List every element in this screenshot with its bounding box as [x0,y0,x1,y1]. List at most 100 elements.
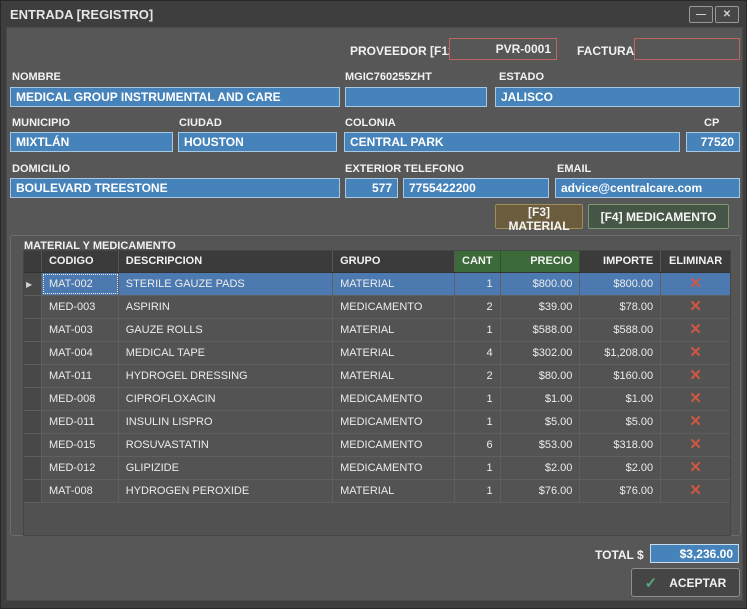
row-header-cell[interactable]: ▶ [24,296,42,318]
rfc-input[interactable] [345,87,487,107]
cell-precio[interactable]: $588.00 [501,319,581,341]
row-header-cell[interactable]: ▶ [24,434,42,456]
cell-cant[interactable]: 1 [455,457,501,479]
cp-input[interactable] [686,132,740,152]
cell-importe[interactable]: $5.00 [580,411,661,433]
cell-grupo[interactable]: MATERIAL [333,342,455,364]
f3-material-button[interactable]: [F3] MATERIAL [495,204,583,229]
cell-precio[interactable]: $2.00 [501,457,581,479]
cell-precio[interactable]: $76.00 [501,480,581,502]
row-header-cell[interactable]: ▶ [24,273,42,295]
municipio-input[interactable] [10,132,173,152]
aceptar-button[interactable]: ✓ ACEPTAR [631,568,740,597]
title-bar[interactable]: ENTRADA [REGISTRO] — ✕ [1,1,746,27]
cell-precio[interactable]: $1.00 [501,388,581,410]
table-row[interactable]: ▶ MAT-003 GAUZE ROLLS MATERIAL 1 $588.00… [24,319,730,342]
close-button[interactable]: ✕ [715,6,739,23]
header-descripcion[interactable]: DESCRIPCION [119,251,333,272]
cell-descripcion[interactable]: ROSUVASTATIN [119,434,333,456]
delete-icon[interactable]: ✕ [689,367,702,384]
cell-codigo[interactable]: MED-003 [42,296,119,318]
cell-descripcion[interactable]: STERILE GAUZE PADS [119,273,333,295]
cell-importe[interactable]: $318.00 [580,434,661,456]
cell-eliminar[interactable]: ✕ [661,411,730,433]
cell-grupo[interactable]: MEDICAMENTO [333,434,455,456]
cell-eliminar[interactable]: ✕ [661,457,730,479]
table-row[interactable]: ▶ MAT-011 HYDROGEL DRESSING MATERIAL 2 $… [24,365,730,388]
cell-cant[interactable]: 1 [455,480,501,502]
header-precio[interactable]: PRECIO [501,251,581,272]
table-row[interactable]: ▶ MAT-008 HYDROGEN PEROXIDE MATERIAL 1 $… [24,480,730,503]
table-row[interactable]: ▶ MAT-004 MEDICAL TAPE MATERIAL 4 $302.0… [24,342,730,365]
total-input[interactable] [650,544,739,563]
cell-importe[interactable]: $2.00 [580,457,661,479]
proveedor-input[interactable] [449,38,557,60]
row-header-cell[interactable]: ▶ [24,365,42,387]
cell-precio[interactable]: $53.00 [501,434,581,456]
table-row[interactable]: ▶ MAT-002 STERILE GAUZE PADS MATERIAL 1 … [24,273,730,296]
table-row[interactable]: ▶ MED-011 INSULIN LISPRO MEDICAMENTO 1 $… [24,411,730,434]
cell-cant[interactable]: 2 [455,365,501,387]
cell-precio[interactable]: $39.00 [501,296,581,318]
cell-grupo[interactable]: MATERIAL [333,273,455,295]
cell-eliminar[interactable]: ✕ [661,365,730,387]
cell-eliminar[interactable]: ✕ [661,480,730,502]
email-input[interactable] [555,178,740,198]
cell-codigo[interactable]: MAT-003 [42,319,119,341]
delete-icon[interactable]: ✕ [689,344,702,361]
cell-codigo[interactable]: MED-008 [42,388,119,410]
cell-descripcion[interactable]: GAUZE ROLLS [119,319,333,341]
telefono-input[interactable] [403,178,549,198]
cell-codigo[interactable]: MED-012 [42,457,119,479]
row-header-cell[interactable]: ▶ [24,411,42,433]
delete-icon[interactable]: ✕ [689,436,702,453]
table-row[interactable]: ▶ MED-008 CIPROFLOXACIN MEDICAMENTO 1 $1… [24,388,730,411]
cell-precio[interactable]: $80.00 [501,365,581,387]
delete-icon[interactable]: ✕ [689,321,702,338]
colonia-input[interactable] [344,132,680,152]
cell-descripcion[interactable]: INSULIN LISPRO [119,411,333,433]
cell-importe[interactable]: $160.00 [580,365,661,387]
exterior-input[interactable] [345,178,398,198]
cell-descripcion[interactable]: HYDROGEL DRESSING [119,365,333,387]
cell-descripcion[interactable]: GLIPIZIDE [119,457,333,479]
cell-cant[interactable]: 1 [455,411,501,433]
cell-grupo[interactable]: MEDICAMENTO [333,457,455,479]
row-header-cell[interactable]: ▶ [24,319,42,341]
minimize-button[interactable]: — [689,6,713,23]
cell-codigo[interactable]: MAT-008 [42,480,119,502]
cell-eliminar[interactable]: ✕ [661,434,730,456]
row-header-cell[interactable]: ▶ [24,388,42,410]
cell-cant[interactable]: 2 [455,296,501,318]
cell-eliminar[interactable]: ✕ [661,273,730,295]
delete-icon[interactable]: ✕ [689,459,702,476]
delete-icon[interactable]: ✕ [689,298,702,315]
header-cant[interactable]: CANT [455,251,501,272]
cell-descripcion[interactable]: ASPIRIN [119,296,333,318]
cell-cant[interactable]: 6 [455,434,501,456]
cell-codigo[interactable]: MAT-011 [42,365,119,387]
delete-icon[interactable]: ✕ [689,275,702,292]
domicilio-input[interactable] [10,178,340,198]
cell-eliminar[interactable]: ✕ [661,388,730,410]
cell-precio[interactable]: $5.00 [501,411,581,433]
cell-importe[interactable]: $78.00 [580,296,661,318]
header-eliminar[interactable]: ELIMINAR [661,251,730,272]
header-grupo[interactable]: GRUPO [333,251,455,272]
cell-grupo[interactable]: MEDICAMENTO [333,296,455,318]
row-header-cell[interactable]: ▶ [24,457,42,479]
delete-icon[interactable]: ✕ [689,413,702,430]
f4-medicamento-button[interactable]: [F4] MEDICAMENTO [588,204,729,229]
row-header-cell[interactable]: ▶ [24,480,42,502]
table-row[interactable]: ▶ MED-003 ASPIRIN MEDICAMENTO 2 $39.00 $… [24,296,730,319]
cell-descripcion[interactable]: HYDROGEN PEROXIDE [119,480,333,502]
row-header-cell[interactable]: ▶ [24,342,42,364]
cell-descripcion[interactable]: CIPROFLOXACIN [119,388,333,410]
cell-grupo[interactable]: MATERIAL [333,480,455,502]
cell-importe[interactable]: $1.00 [580,388,661,410]
cell-descripcion[interactable]: MEDICAL TAPE [119,342,333,364]
factura-input[interactable] [634,38,740,60]
cell-grupo[interactable]: MATERIAL [333,319,455,341]
cell-eliminar[interactable]: ✕ [661,296,730,318]
header-importe[interactable]: IMPORTE [580,251,661,272]
